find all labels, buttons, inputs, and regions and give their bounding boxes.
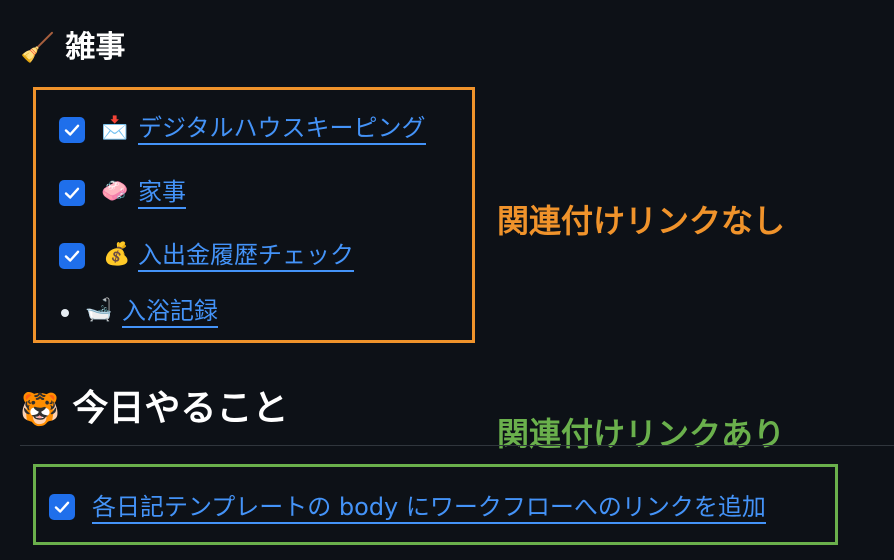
heading-divider <box>20 445 894 446</box>
broom-icon: 🧹 <box>20 31 55 64</box>
check-icon <box>64 250 80 262</box>
today-heading: 🐯 今日やること <box>20 386 288 432</box>
checkbox-housework[interactable] <box>59 180 85 206</box>
check-icon <box>64 124 80 136</box>
list-bullet <box>61 309 69 317</box>
check-icon <box>64 187 80 199</box>
envelope-icon: 📩 <box>101 116 129 141</box>
checkbox-digital-housekeeping[interactable] <box>59 117 85 143</box>
annotation-with-link: 関連付けリンクあり <box>497 415 786 453</box>
soap-icon: 🧼 <box>101 179 129 204</box>
tiger-icon: 🐯 <box>20 390 60 428</box>
checkbox-transaction-history[interactable] <box>59 243 85 269</box>
chores-title: 雑事 <box>65 30 126 65</box>
checkbox-add-workflow-link[interactable] <box>49 494 75 520</box>
annotation-no-link: 関連付けリンクなし <box>497 202 786 240</box>
money-bag-icon: 💰 <box>103 242 131 267</box>
link-digital-housekeeping[interactable]: デジタルハウスキーピング <box>138 113 426 145</box>
link-bath-record[interactable]: 入浴記録 <box>122 296 218 328</box>
chores-heading: 🧹 雑事 <box>20 28 125 68</box>
link-housework[interactable]: 家事 <box>138 177 186 209</box>
bathtub-icon: 🛁 <box>85 298 113 323</box>
link-add-workflow-link[interactable]: 各日記テンプレートの body にワークフローへのリンクを追加 <box>92 492 766 524</box>
check-icon <box>54 501 70 513</box>
link-transaction-history[interactable]: 入出金履歴チェック <box>138 240 354 272</box>
today-title: 今日やること <box>72 388 289 429</box>
